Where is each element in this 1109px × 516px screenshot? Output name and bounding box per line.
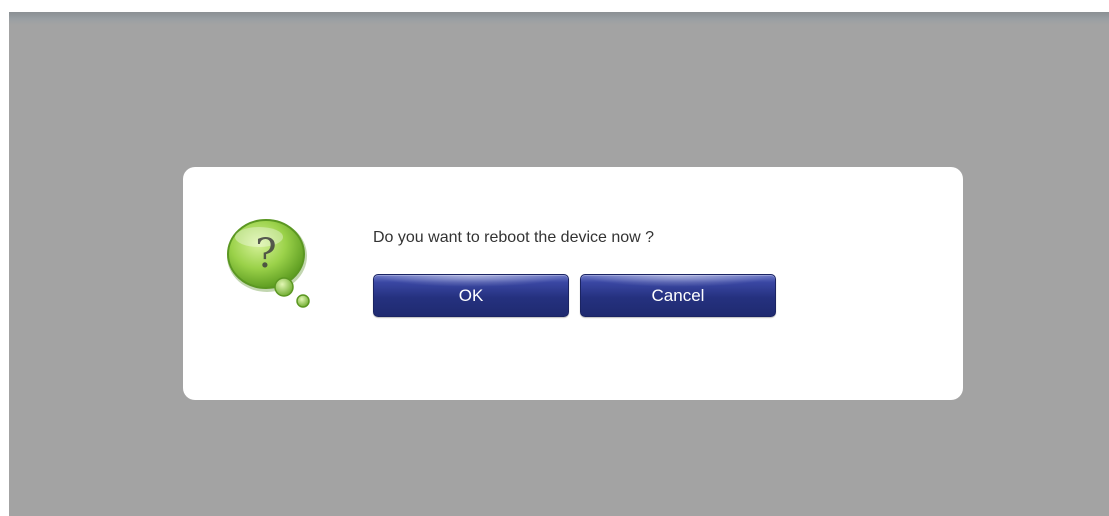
svg-text:?: ?: [255, 231, 276, 277]
page-header-strip: [9, 12, 1109, 25]
cancel-button-label: Cancel: [651, 286, 705, 305]
screen: ? Do you want to reboot the device now ?…: [0, 0, 1109, 516]
ok-button[interactable]: OK: [373, 274, 569, 317]
dialog-message: Do you want to reboot the device now ?: [373, 229, 655, 246]
question-bubble-icon: ?: [227, 215, 331, 315]
cancel-button[interactable]: Cancel: [580, 274, 776, 317]
ok-button-label: OK: [458, 286, 484, 305]
reboot-confirm-dialog: ? Do you want to reboot the device now ?…: [183, 167, 963, 400]
modal-overlay: ? Do you want to reboot the device now ?…: [9, 12, 1109, 516]
